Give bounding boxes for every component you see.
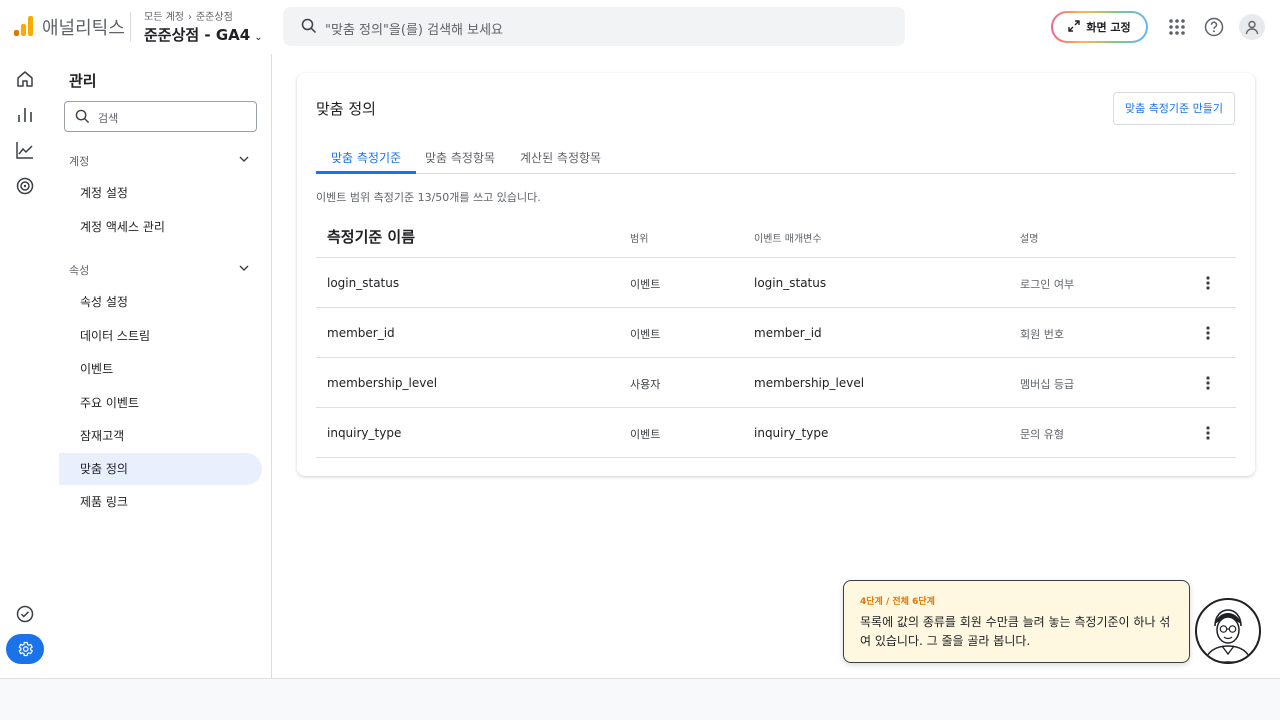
tutorial-step: 4단계 / 전체 6단계	[860, 597, 935, 607]
global-search[interactable]: "맞춤 정의"을(를) 검색해 보세요	[283, 7, 905, 46]
section-account-label[interactable]: 계정	[69, 155, 89, 168]
cell-desc: 회원 번호	[1020, 328, 1064, 341]
nav-title: 관리	[69, 72, 97, 90]
tab-custom-metrics[interactable]: 맞춤 측정항목	[410, 145, 510, 174]
nav-search-placeholder[interactable]: 검색	[98, 110, 118, 126]
cell-param: membership_level	[754, 376, 865, 390]
nav-item-data-streams[interactable]: 데이터 스트림	[59, 320, 262, 352]
tutorial-tooltip: 4단계 / 전체 6단계 목록에 값의 종류를 회원 수만큼 늘려 놓는 측정기…	[843, 580, 1190, 663]
pin-screen-button[interactable]: 화면 고정	[1051, 11, 1148, 43]
app-name: 애널리틱스	[42, 18, 125, 39]
nav-item-events[interactable]: 이벤트	[59, 353, 262, 385]
breadcrumb-property[interactable]: 준준상점	[196, 12, 233, 23]
reports-icon[interactable]	[13, 103, 37, 127]
cell-scope: 사용자	[630, 378, 661, 391]
nav-item-product-links[interactable]: 제품 링크	[59, 486, 262, 518]
settings-icon[interactable]	[6, 634, 44, 664]
more-vert-icon[interactable]	[1198, 373, 1218, 393]
property-selector[interactable]: 준준상점 - GA4 ⌄	[144, 24, 263, 45]
create-custom-dimension-button[interactable]: 맞춤 측정기준 만들기	[1113, 92, 1235, 125]
section-property-label[interactable]: 속성	[69, 264, 89, 277]
column-header-param[interactable]: 이벤트 매개변수	[754, 230, 822, 245]
top-bar: 애널리틱스 모든 계정 › 준준상점 준준상점 - GA4 ⌄ "맞춤 정의"을(를)…	[0, 0, 1280, 54]
cell-name: member_id	[327, 326, 395, 340]
admin-nav: 관리 검색 계정 계정 설정 계정 액세스 관리 속성 속성 설정 데이터 스트…	[50, 54, 272, 678]
apps-grid-icon[interactable]	[1165, 15, 1189, 39]
search-placeholder[interactable]: "맞춤 정의"을(를) 검색해 보세요	[325, 19, 503, 38]
table-row[interactable]: inquiry_type 이벤트 inquiry_type 문의 유형	[316, 408, 1236, 458]
analytics-logo-icon	[14, 16, 34, 36]
header-divider	[130, 12, 131, 42]
tab-custom-dimensions[interactable]: 맞춤 측정기준	[316, 145, 417, 174]
table-header: 측정기준 이름 범위 이벤트 매개변수 설명	[316, 218, 1236, 258]
breadcrumb-account[interactable]: 모든 계정	[144, 12, 184, 23]
explore-icon[interactable]	[13, 138, 37, 162]
cell-desc: 로그인 여부	[1020, 278, 1075, 291]
chevron-down-icon[interactable]	[238, 262, 250, 277]
tab-calculated-metrics[interactable]: 계산된 측정항목	[505, 145, 616, 174]
tab-bar: 맞춤 측정기준 맞춤 측정항목 계산된 측정항목	[316, 145, 1236, 174]
section-account[interactable]: 계정	[69, 153, 250, 169]
section-property[interactable]: 속성	[69, 262, 250, 278]
more-vert-icon[interactable]	[1198, 323, 1218, 343]
custom-definitions-card: 맞춤 정의 맞춤 측정기준 만들기 맞춤 측정기준 맞춤 측정항목 계산된 측정…	[297, 73, 1255, 476]
cell-scope: 이벤트	[630, 278, 661, 291]
nav-item-audiences[interactable]: 잠재고객	[59, 420, 262, 452]
property-name[interactable]: 준준상점 - GA4	[144, 26, 250, 44]
page-title: 맞춤 정의	[316, 100, 376, 118]
expand-icon	[1068, 19, 1081, 35]
column-header-name[interactable]: 측정기준 이름	[327, 226, 415, 247]
chevron-down-icon[interactable]: ⌄	[254, 32, 262, 43]
cell-param: inquiry_type	[754, 426, 829, 440]
left-rail	[0, 54, 50, 678]
nav-item-key-events[interactable]: 주요 이벤트	[59, 387, 262, 419]
search-icon	[301, 18, 317, 38]
more-vert-icon[interactable]	[1198, 273, 1218, 293]
pin-screen-label: 화면 고정	[1086, 21, 1131, 34]
nav-search-input[interactable]: 검색	[64, 101, 257, 132]
breadcrumb-separator: ›	[187, 12, 192, 23]
guide-mascot-icon	[1195, 598, 1261, 664]
cell-name: inquiry_type	[327, 426, 402, 440]
cell-desc: 멤버십 등급	[1020, 378, 1075, 391]
table-row[interactable]: member_id 이벤트 member_id 회원 번호	[316, 308, 1236, 358]
nav-item-account-access[interactable]: 계정 액세스 관리	[59, 211, 262, 243]
check-icon[interactable]	[13, 602, 37, 626]
home-icon[interactable]	[13, 67, 37, 91]
table-row[interactable]: login_status 이벤트 login_status 로그인 여부	[316, 258, 1236, 308]
breadcrumb[interactable]: 모든 계정 › 준준상점	[144, 8, 233, 23]
usage-text: 이벤트 범위 측정기준 13/50개를 쓰고 있습니다.	[316, 191, 541, 204]
cell-param: login_status	[754, 276, 827, 290]
table-row[interactable]: membership_level 사용자 membership_level 멤버…	[316, 358, 1236, 408]
cell-desc: 문의 유형	[1020, 428, 1064, 441]
advertising-icon[interactable]	[13, 174, 37, 198]
help-icon[interactable]	[1202, 15, 1226, 39]
nav-item-property-settings[interactable]: 속성 설정	[59, 286, 262, 318]
cell-scope: 이벤트	[630, 428, 661, 441]
tutorial-message: 목록에 값의 종류를 회원 수만큼 늘려 놓는 측정기준이 하나 섞여 있습니다…	[860, 615, 1171, 648]
column-header-scope[interactable]: 범위	[630, 230, 648, 245]
more-vert-icon[interactable]	[1198, 423, 1218, 443]
nav-item-custom-definitions[interactable]: 맞춤 정의	[59, 453, 262, 485]
cell-param: member_id	[754, 326, 822, 340]
chevron-down-icon[interactable]	[238, 153, 250, 168]
account-icon[interactable]	[1239, 14, 1265, 40]
cell-scope: 이벤트	[630, 328, 661, 341]
cell-name: membership_level	[327, 376, 438, 390]
column-header-desc[interactable]: 설명	[1020, 230, 1038, 245]
nav-item-account-settings[interactable]: 계정 설정	[59, 177, 262, 209]
bottom-strip	[0, 678, 1280, 720]
search-icon	[75, 109, 90, 128]
cell-name: login_status	[327, 276, 400, 290]
